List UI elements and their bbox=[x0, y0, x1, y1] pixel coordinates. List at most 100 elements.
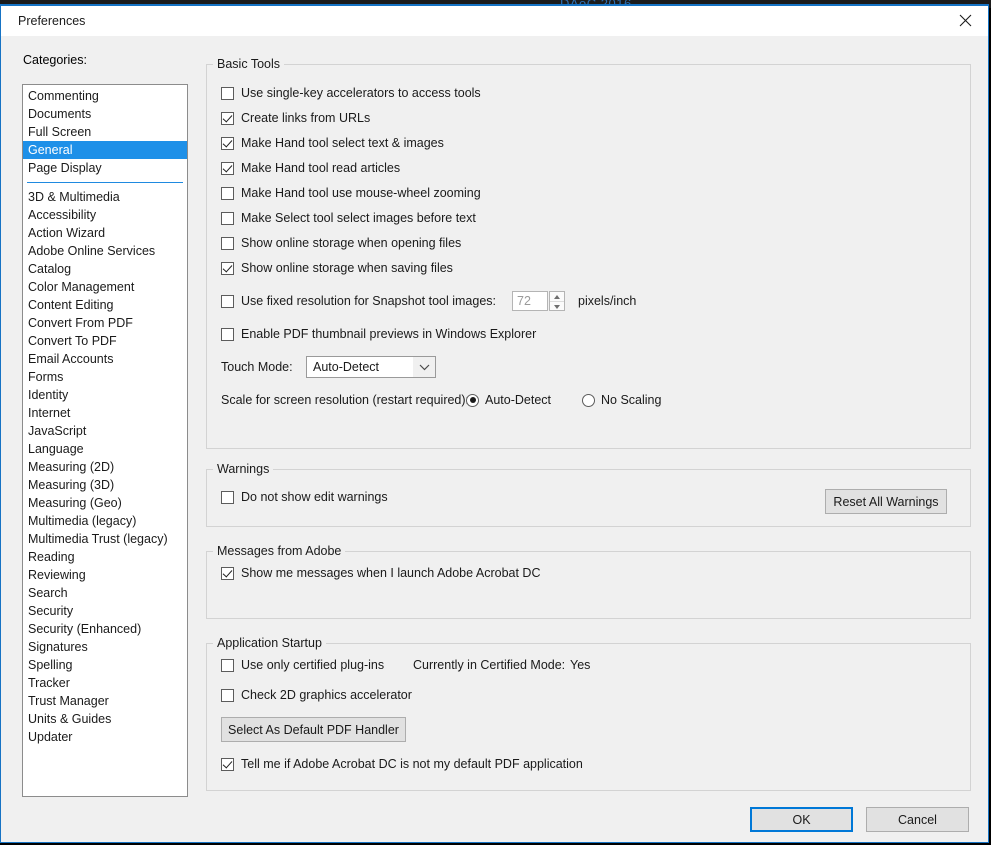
checkbox-label: Make Hand tool select text & images bbox=[241, 136, 444, 150]
ok-button[interactable]: OK bbox=[750, 807, 853, 832]
close-button[interactable] bbox=[942, 6, 988, 35]
category-item-catalog[interactable]: Catalog bbox=[23, 260, 187, 278]
checkbox-label: Use single-key accelerators to access to… bbox=[241, 86, 481, 100]
category-item-adobe-online-services[interactable]: Adobe Online Services bbox=[23, 242, 187, 260]
chevron-down-icon bbox=[413, 357, 435, 377]
category-item-forms[interactable]: Forms bbox=[23, 368, 187, 386]
scale-screen-resolution-label: Scale for screen resolution (restart req… bbox=[221, 393, 470, 407]
category-item-identity[interactable]: Identity bbox=[23, 386, 187, 404]
checkbox-online-storage-opening[interactable]: Show online storage when opening files bbox=[221, 236, 461, 250]
pixels-per-inch-label: pixels/inch bbox=[578, 294, 637, 308]
checkbox-check-2d-graphics-accelerator[interactable]: Check 2D graphics accelerator bbox=[221, 688, 412, 702]
certified-mode-value: Yes bbox=[570, 658, 591, 672]
cancel-button[interactable]: Cancel bbox=[866, 807, 969, 832]
radio-label: No Scaling bbox=[601, 393, 662, 407]
category-item-measuring-3d[interactable]: Measuring (3D) bbox=[23, 476, 187, 494]
checkbox-label: Show me messages when I launch Adobe Acr… bbox=[241, 566, 541, 580]
category-item-reading[interactable]: Reading bbox=[23, 548, 187, 566]
snapshot-resolution-input[interactable]: 72 bbox=[512, 291, 548, 311]
checkbox-label: Use fixed resolution for Snapshot tool i… bbox=[241, 294, 496, 308]
checkbox-label: Show online storage when opening files bbox=[241, 236, 462, 250]
category-item-internet[interactable]: Internet bbox=[23, 404, 187, 422]
checkbox-box bbox=[221, 490, 234, 504]
category-item-tracker[interactable]: Tracker bbox=[23, 674, 187, 692]
category-item-units-guides[interactable]: Units & Guides bbox=[23, 710, 187, 728]
category-item-full-screen[interactable]: Full Screen bbox=[23, 123, 187, 141]
category-item-updater[interactable]: Updater bbox=[23, 728, 187, 746]
checkbox-hand-tool-select-text-images[interactable]: Make Hand tool select text & images bbox=[221, 136, 444, 150]
checkbox-box bbox=[221, 688, 234, 702]
checkbox-label: Make Hand tool read articles bbox=[241, 161, 401, 175]
checkbox-label: Make Select tool select images before te… bbox=[241, 211, 476, 225]
spinner-down-button[interactable] bbox=[550, 302, 564, 311]
snapshot-resolution-spinner[interactable] bbox=[549, 291, 565, 311]
checkbox-do-not-show-edit-warnings[interactable]: Do not show edit warnings bbox=[221, 490, 388, 504]
radio-auto-detect[interactable]: Auto-Detect bbox=[466, 393, 551, 407]
checkbox-box bbox=[221, 111, 234, 125]
category-item-general[interactable]: General bbox=[23, 141, 187, 159]
category-item-documents[interactable]: Documents bbox=[23, 105, 187, 123]
checkbox-pdf-thumbnail-previews[interactable]: Enable PDF thumbnail previews in Windows… bbox=[221, 327, 536, 341]
checkbox-label: Enable PDF thumbnail previews in Windows… bbox=[241, 327, 537, 341]
categories-separator bbox=[27, 182, 183, 183]
category-item-javascript[interactable]: JavaScript bbox=[23, 422, 187, 440]
category-item-language[interactable]: Language bbox=[23, 440, 187, 458]
touch-mode-select[interactable]: Auto-Detect bbox=[306, 356, 436, 378]
category-item-reviewing[interactable]: Reviewing bbox=[23, 566, 187, 584]
select-default-pdf-handler-button[interactable]: Select As Default PDF Handler bbox=[221, 717, 406, 742]
checkbox-box bbox=[221, 658, 234, 672]
chevron-up-icon bbox=[554, 294, 560, 299]
checkbox-single-key-accelerators[interactable]: Use single-key accelerators to access to… bbox=[221, 86, 481, 100]
checkbox-box bbox=[221, 186, 234, 200]
checkbox-show-launch-messages[interactable]: Show me messages when I launch Adobe Acr… bbox=[221, 566, 540, 580]
checkbox-tell-me-default-pdf-app[interactable]: Tell me if Adobe Acrobat DC is not my de… bbox=[221, 757, 583, 771]
checkbox-label: Tell me if Adobe Acrobat DC is not my de… bbox=[241, 757, 583, 771]
checkbox-box bbox=[221, 261, 234, 275]
category-item-email-accounts[interactable]: Email Accounts bbox=[23, 350, 187, 368]
category-item-commenting[interactable]: Commenting bbox=[23, 87, 187, 105]
checkbox-label: Create links from URLs bbox=[241, 111, 371, 125]
dialog-title: Preferences bbox=[18, 14, 86, 28]
category-item-measuring-2d[interactable]: Measuring (2D) bbox=[23, 458, 187, 476]
checkbox-fixed-resolution-snapshot[interactable]: Use fixed resolution for Snapshot tool i… bbox=[221, 294, 496, 308]
checkbox-label: Use only certified plug-ins bbox=[241, 658, 385, 672]
checkbox-select-tool-images-before-text[interactable]: Make Select tool select images before te… bbox=[221, 211, 476, 225]
category-item-color-management[interactable]: Color Management bbox=[23, 278, 187, 296]
category-item-spelling[interactable]: Spelling bbox=[23, 656, 187, 674]
basic-tools-title: Basic Tools bbox=[213, 57, 284, 71]
category-item-content-editing[interactable]: Content Editing bbox=[23, 296, 187, 314]
checkbox-create-links-from-urls[interactable]: Create links from URLs bbox=[221, 111, 370, 125]
checkbox-hand-tool-mouse-wheel-zooming[interactable]: Make Hand tool use mouse-wheel zooming bbox=[221, 186, 481, 200]
category-item-accessibility[interactable]: Accessibility bbox=[23, 206, 187, 224]
category-item-action-wizard[interactable]: Action Wizard bbox=[23, 224, 187, 242]
checkbox-box bbox=[221, 757, 234, 771]
category-item-signatures[interactable]: Signatures bbox=[23, 638, 187, 656]
reset-all-warnings-button[interactable]: Reset All Warnings bbox=[825, 489, 947, 514]
checkbox-label: Show online storage when saving files bbox=[241, 261, 453, 275]
checkbox-label: Do not show edit warnings bbox=[241, 490, 388, 504]
category-item-trust-manager[interactable]: Trust Manager bbox=[23, 692, 187, 710]
category-item-measuring-geo[interactable]: Measuring (Geo) bbox=[23, 494, 187, 512]
checkbox-box bbox=[221, 136, 234, 150]
touch-mode-label: Touch Mode: bbox=[221, 360, 293, 374]
category-item-multimedia-trust-legacy[interactable]: Multimedia Trust (legacy) bbox=[23, 530, 187, 548]
checkbox-label: Check 2D graphics accelerator bbox=[241, 688, 412, 702]
category-item-security[interactable]: Security bbox=[23, 602, 187, 620]
category-item-3d-multimedia[interactable]: 3D & Multimedia bbox=[23, 188, 187, 206]
checkbox-online-storage-saving[interactable]: Show online storage when saving files bbox=[221, 261, 453, 275]
category-item-convert-to-pdf[interactable]: Convert To PDF bbox=[23, 332, 187, 350]
category-item-multimedia-legacy[interactable]: Multimedia (legacy) bbox=[23, 512, 187, 530]
category-item-convert-from-pdf[interactable]: Convert From PDF bbox=[23, 314, 187, 332]
category-item-page-display[interactable]: Page Display bbox=[23, 159, 187, 177]
warnings-title: Warnings bbox=[213, 462, 274, 476]
radio-label: Auto-Detect bbox=[485, 393, 552, 407]
category-item-security-enhanced[interactable]: Security (Enhanced) bbox=[23, 620, 187, 638]
radio-no-scaling[interactable]: No Scaling bbox=[582, 393, 661, 407]
categories-label: Categories: bbox=[23, 53, 87, 67]
checkbox-use-only-certified-plugins[interactable]: Use only certified plug-ins bbox=[221, 658, 384, 672]
spinner-up-button[interactable] bbox=[550, 292, 564, 302]
category-item-search[interactable]: Search bbox=[23, 584, 187, 602]
categories-list[interactable]: Commenting Documents Full Screen General… bbox=[22, 84, 188, 797]
checkbox-hand-tool-read-articles[interactable]: Make Hand tool read articles bbox=[221, 161, 400, 175]
radio-button bbox=[582, 393, 595, 407]
